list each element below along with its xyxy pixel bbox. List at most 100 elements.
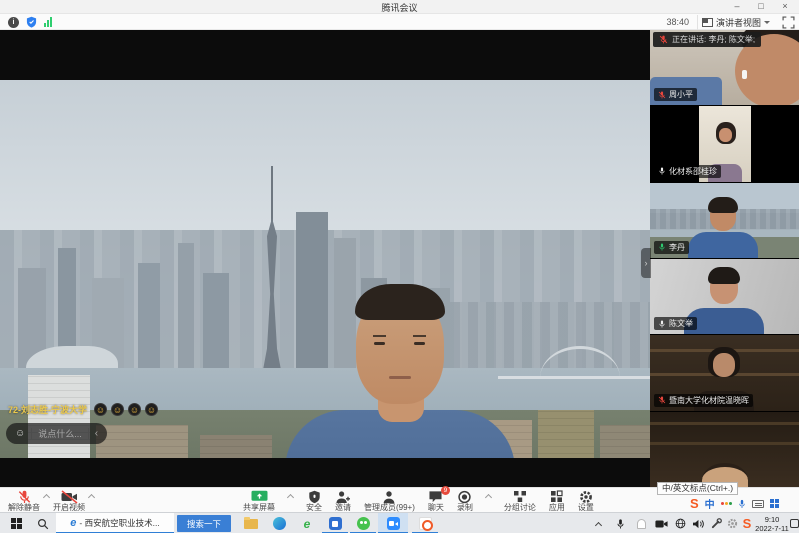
ime-voice-mic-icon[interactable] [738, 499, 746, 509]
taskbar-orange-app[interactable] [412, 513, 438, 533]
tray-network[interactable] [672, 513, 688, 533]
chat-placeholder[interactable]: 说点什么... [38, 427, 82, 440]
sidebar-collapse-handle[interactable]: › [641, 248, 651, 278]
folder-icon [244, 519, 258, 529]
taskbar-ie-window-button[interactable]: e - 西安航空职业技术... [56, 513, 174, 533]
gear-icon [579, 490, 593, 504]
breakout-rooms-button[interactable]: 分组讨论 [504, 488, 536, 512]
taskbar-tencent-meeting[interactable] [378, 513, 408, 533]
start-video-button[interactable]: 开启视频 [53, 488, 85, 512]
muted-mic-icon [658, 396, 666, 404]
clock-date: 2022-7-11 [755, 524, 789, 533]
chevron-up-icon[interactable] [485, 494, 492, 501]
muted-mic-icon [658, 91, 666, 99]
tray-microphone[interactable] [612, 513, 628, 533]
chevron-up-icon[interactable] [43, 494, 50, 501]
tray-notification[interactable] [633, 513, 649, 533]
security-button[interactable]: 安全 [306, 488, 322, 512]
windows-taskbar: e - 西安航空职业技术... 搜索一下 e S 9:10 2022-7-11 [0, 512, 799, 533]
globe-icon [675, 518, 686, 529]
keyboard-icon[interactable] [752, 500, 764, 508]
taskbar-file-explorer[interactable] [238, 513, 264, 533]
taskbar-search-button[interactable] [32, 513, 54, 533]
participant-video-6[interactable] [650, 412, 799, 487]
view-button-label: 演讲者视图 [716, 16, 761, 29]
start-button[interactable] [4, 513, 28, 533]
chat-label: 聊天 [428, 504, 444, 512]
invite-label: 邀请 [335, 504, 351, 512]
chevron-down-icon [764, 21, 770, 24]
ime-toolbox-icon[interactable] [770, 499, 779, 508]
apps-label: 应用 [549, 504, 565, 512]
reaction-emoji-icon[interactable]: ☺ [111, 403, 124, 416]
orange-ring-app-icon [419, 517, 432, 530]
speaker-view-button[interactable]: 演讲者视图 [697, 15, 774, 30]
participant-name: 暨南大学化材院温晓晖 [669, 395, 749, 406]
emoji-smiley-icon[interactable]: ☺ [15, 428, 25, 439]
canton-tower [271, 166, 273, 224]
participant-video-4[interactable]: 陈文举 [650, 259, 799, 335]
participant-video-3[interactable]: 李丹 [650, 183, 799, 259]
chat-button[interactable]: 聊天 9 [428, 488, 444, 512]
participant-video-5[interactable]: 暨南大学化材院温晓晖 [650, 335, 799, 411]
wrench-icon [711, 518, 722, 529]
camera-off-icon [61, 490, 78, 504]
reaction-emoji-icon[interactable]: ☺ [145, 403, 158, 416]
chevron-up-icon[interactable] [88, 494, 95, 501]
settings-button[interactable]: 设置 [578, 488, 594, 512]
tencent-meeting-window: 腾讯会议 – □ × i 38:40 演讲者视图 [0, 0, 799, 533]
collapse-left-icon[interactable]: ‹ [95, 428, 98, 439]
tray-expand-button[interactable] [590, 513, 606, 533]
clock-time: 9:10 [765, 515, 780, 524]
taskbar-mail-app[interactable] [322, 513, 348, 533]
meeting-info-icon[interactable]: i [8, 17, 19, 28]
ime-toolbar: S 中 [690, 496, 779, 511]
close-button[interactable]: × [773, 0, 797, 13]
speaking-banner-text: 正在讲话: 李丹; 陈文举; [672, 34, 755, 45]
muted-mic-icon [659, 35, 668, 44]
taskbar-edge[interactable] [266, 513, 292, 533]
meeting-timer: 38:40 [666, 17, 689, 27]
participant-name: 李丹 [669, 242, 685, 253]
share-screen-button[interactable]: 共享屏幕 [243, 488, 275, 512]
participant-nametag: 周小平 [654, 88, 697, 101]
unmute-button[interactable]: 解除静音 [8, 488, 40, 512]
taskbar-wechat[interactable] [350, 513, 376, 533]
taskbar-browser-360[interactable]: e [294, 513, 320, 533]
main-speaker-video[interactable]: 72-刘志胜-宁波大学 ☺ ☺ ☺ ☺ ☺ 说点什么... ‹ [0, 30, 650, 487]
sogou-logo-icon[interactable]: S [690, 497, 699, 510]
windows-logo-icon [11, 518, 22, 529]
tray-camera[interactable] [652, 513, 670, 533]
taskbar-clock[interactable]: 9:10 2022-7-11 [754, 513, 790, 533]
maximize-button[interactable]: □ [749, 0, 773, 13]
reaction-row: 72-刘志胜-宁波大学 ☺ ☺ ☺ ☺ [8, 403, 158, 416]
security-shield-icon[interactable] [26, 16, 37, 28]
fullscreen-icon[interactable] [782, 16, 795, 29]
security-label: 安全 [306, 504, 322, 512]
speaker-video-feed [0, 80, 650, 458]
security-shield-icon [308, 490, 321, 504]
manage-members-button[interactable]: 管理成员(99+) [364, 488, 415, 512]
window-controls: – □ × [725, 0, 797, 13]
tray-settings[interactable] [724, 513, 740, 533]
quick-chat-input[interactable]: ☺ 说点什么... ‹ [6, 423, 107, 444]
meeting-toolbar: 解除静音 开启视频 共享屏幕 安全 邀请 [0, 487, 799, 512]
invite-button[interactable]: 邀请 [335, 488, 351, 512]
record-button[interactable]: 录制 [457, 488, 473, 512]
mic-icon [616, 518, 625, 530]
apps-button[interactable]: 应用 [549, 488, 565, 512]
tray-sogou-icon[interactable]: S [740, 513, 754, 533]
reaction-emoji-icon[interactable]: ☺ [94, 403, 107, 416]
minimize-button[interactable]: – [725, 0, 749, 13]
ime-skin-icon[interactable] [721, 502, 732, 505]
taskbar-search-submit-button[interactable]: 搜索一下 [177, 515, 231, 532]
network-signal-icon[interactable] [44, 17, 52, 27]
tray-wrench[interactable] [708, 513, 724, 533]
chat-message-label: 72-刘志胜-宁波大学 [8, 403, 87, 416]
chevron-up-icon[interactable] [287, 494, 294, 501]
ime-language-toggle[interactable]: 中 [705, 496, 715, 511]
reaction-emoji-icon[interactable]: ☺ [128, 403, 141, 416]
participant-video-2[interactable]: 化材系邵桂珍 [650, 106, 799, 182]
action-center-button[interactable] [790, 513, 799, 533]
tray-volume[interactable] [690, 513, 706, 533]
